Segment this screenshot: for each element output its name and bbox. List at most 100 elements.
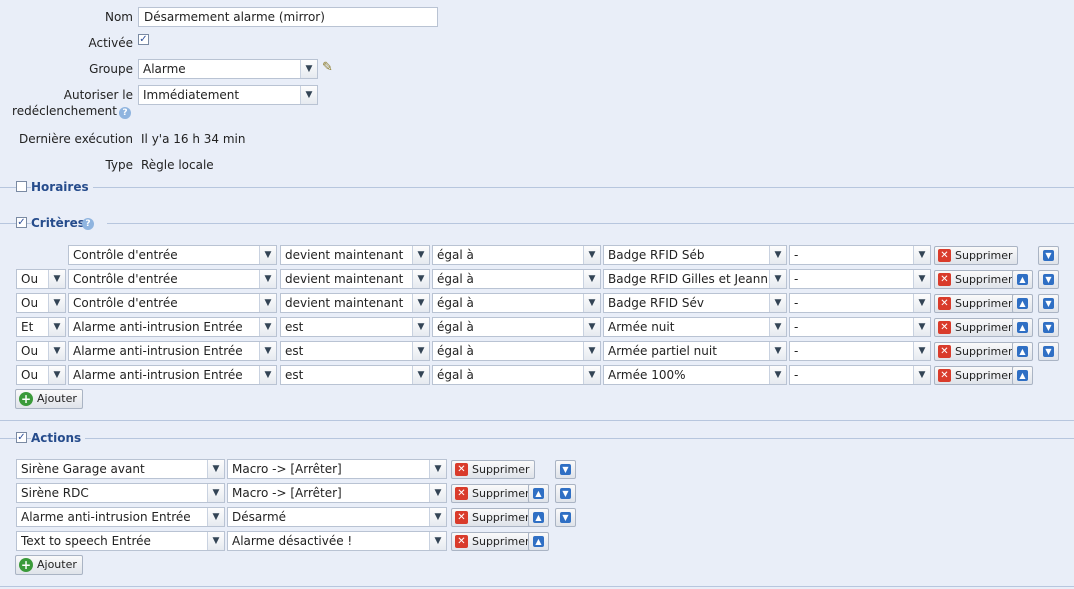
criterion-extra-select-value: - (794, 296, 799, 310)
criterion-extra-select[interactable]: - ▼ (789, 365, 931, 385)
criterion-value-select[interactable]: Badge RFID Sév ▼ (603, 293, 787, 313)
move-up-button[interactable]: ▲ (1012, 366, 1033, 385)
criterion-device-select[interactable]: Contrôle d'entrée ▼ (68, 269, 277, 289)
pencil-icon[interactable]: ✎ (322, 60, 333, 75)
groupe-select[interactable]: Alarme ▼ (138, 59, 318, 79)
criterion-extra-select[interactable]: - ▼ (789, 341, 931, 361)
move-up-button[interactable]: ▲ (1012, 318, 1033, 337)
criterion-value-select[interactable]: Armée 100% ▼ (603, 365, 787, 385)
criterion-operator-select[interactable]: Ou ▼ (16, 293, 66, 313)
type-label: Type (105, 158, 133, 172)
horaires-checkbox[interactable] (16, 181, 27, 192)
criterion-device-select[interactable]: Alarme anti-intrusion Entrée ▼ (68, 341, 277, 361)
add-criterion-button[interactable]: + Ajouter (15, 389, 83, 409)
check-icon: ✓ (17, 217, 26, 228)
criterion-event-select[interactable]: devient maintenant ▼ (280, 245, 430, 265)
nom-label: Nom (104, 10, 133, 24)
criterion-extra-select-value: - (794, 320, 799, 334)
criterion-operator-select[interactable]: Ou ▼ (16, 365, 66, 385)
action-device-select[interactable]: Text to speech Entrée ▼ (16, 531, 225, 551)
criterion-value-select[interactable]: Armée nuit ▼ (603, 317, 787, 337)
criterion-extra-select[interactable]: - ▼ (789, 245, 931, 265)
criterion-event-select[interactable]: est ▼ (280, 317, 430, 337)
move-down-button[interactable]: ▼ (1038, 246, 1059, 265)
move-down-button[interactable]: ▼ (555, 484, 576, 503)
delete-action-button[interactable]: ✕ Supprimer (451, 532, 535, 551)
chevron-down-icon: ▼ (48, 366, 65, 384)
criterion-event-select[interactable]: est ▼ (280, 341, 430, 361)
arrow-up-icon: ▲ (1017, 370, 1028, 381)
criteres-checkbox[interactable]: ✓ (16, 217, 27, 228)
nom-input[interactable]: Désarmement alarme (mirror) (138, 7, 438, 27)
delete-criterion-button[interactable]: ✕ Supprimer (934, 342, 1018, 361)
delete-criterion-button[interactable]: ✕ Supprimer (934, 294, 1018, 313)
delete-action-button[interactable]: ✕ Supprimer (451, 460, 535, 479)
delete-action-button[interactable]: ✕ Supprimer (451, 508, 535, 527)
help-icon[interactable]: ? (119, 107, 131, 119)
criteres-title[interactable]: Critères (31, 216, 107, 230)
action-device-select[interactable]: Sirène RDC ▼ (16, 483, 225, 503)
criterion-event-select[interactable]: devient maintenant ▼ (280, 269, 430, 289)
horaires-title[interactable]: Horaires (31, 180, 93, 194)
delete-criterion-button[interactable]: ✕ Supprimer (934, 246, 1018, 265)
move-up-button[interactable]: ▲ (1012, 294, 1033, 313)
criterion-operator-select[interactable]: Ou ▼ (16, 269, 66, 289)
criterion-comparator-select-value: égal à (437, 296, 474, 310)
activee-checkbox[interactable]: ✓ (138, 34, 149, 45)
action-device-select[interactable]: Sirène Garage avant ▼ (16, 459, 225, 479)
criterion-operator-select[interactable]: Ou ▼ (16, 341, 66, 361)
delete-action-button[interactable]: ✕ Supprimer (451, 484, 535, 503)
criterion-event-select[interactable]: est ▼ (280, 365, 430, 385)
criterion-value-select[interactable]: Badge RFID Gilles et Jeanne ▼ (603, 269, 787, 289)
move-up-button[interactable]: ▲ (1012, 342, 1033, 361)
delete-action-button-label: Supprimer (472, 463, 530, 476)
criterion-device-select[interactable]: Alarme anti-intrusion Entrée ▼ (68, 365, 277, 385)
arrow-down-icon: ▼ (1043, 322, 1054, 333)
delete-criterion-button[interactable]: ✕ Supprimer (934, 270, 1018, 289)
criterion-comparator-select[interactable]: égal à ▼ (432, 341, 601, 361)
delete-criterion-button[interactable]: ✕ Supprimer (934, 318, 1018, 337)
criterion-value-select-value: Badge RFID Gilles et Jeanne (608, 272, 768, 286)
move-down-button[interactable]: ▼ (555, 460, 576, 479)
criterion-comparator-select[interactable]: égal à ▼ (432, 293, 601, 313)
move-down-button[interactable]: ▼ (1038, 270, 1059, 289)
criterion-comparator-select[interactable]: égal à ▼ (432, 317, 601, 337)
action-command-select[interactable]: Alarme désactivée ! ▼ (227, 531, 447, 551)
delete-criterion-button[interactable]: ✕ Supprimer (934, 366, 1018, 385)
move-up-button[interactable]: ▲ (528, 532, 549, 551)
criterion-extra-select[interactable]: - ▼ (789, 269, 931, 289)
action-command-select[interactable]: Désarmé ▼ (227, 507, 447, 527)
actions-checkbox[interactable]: ✓ (16, 432, 27, 443)
criterion-device-select[interactable]: Contrôle d'entrée ▼ (68, 293, 277, 313)
add-action-button[interactable]: + Ajouter (15, 555, 83, 575)
criterion-extra-select[interactable]: - ▼ (789, 317, 931, 337)
move-down-button[interactable]: ▼ (1038, 318, 1059, 337)
actions-title[interactable]: Actions (31, 431, 86, 445)
arrow-down-icon: ▼ (560, 488, 571, 499)
move-down-button[interactable]: ▼ (1038, 342, 1059, 361)
help-icon[interactable]: ? (82, 218, 94, 230)
action-command-select[interactable]: Macro -> [Arrêter] ▼ (227, 483, 447, 503)
action-command-select[interactable]: Macro -> [Arrêter] ▼ (227, 459, 447, 479)
action-device-select[interactable]: Alarme anti-intrusion Entrée ▼ (16, 507, 225, 527)
criterion-value-select-value: Armée nuit (608, 320, 675, 334)
action-device-select-value: Text to speech Entrée (21, 534, 151, 548)
criterion-device-select[interactable]: Alarme anti-intrusion Entrée ▼ (68, 317, 277, 337)
move-up-button[interactable]: ▲ (1012, 270, 1033, 289)
criterion-comparator-select[interactable]: égal à ▼ (432, 365, 601, 385)
criterion-value-select[interactable]: Armée partiel nuit ▼ (603, 341, 787, 361)
criterion-operator-select[interactable]: Et ▼ (16, 317, 66, 337)
criterion-device-select[interactable]: Contrôle d'entrée ▼ (68, 245, 277, 265)
move-up-button[interactable]: ▲ (528, 484, 549, 503)
criterion-event-select[interactable]: devient maintenant ▼ (280, 293, 430, 313)
criterion-comparator-select[interactable]: égal à ▼ (432, 269, 601, 289)
move-up-button[interactable]: ▲ (528, 508, 549, 527)
criterion-extra-select[interactable]: - ▼ (789, 293, 931, 313)
criterion-comparator-select[interactable]: égal à ▼ (432, 245, 601, 265)
criterion-value-select[interactable]: Badge RFID Séb ▼ (603, 245, 787, 265)
move-down-button[interactable]: ▼ (1038, 294, 1059, 313)
autoriser-select[interactable]: Immédiatement ▼ (138, 85, 318, 105)
move-down-button[interactable]: ▼ (555, 508, 576, 527)
activee-label: Activée (88, 36, 133, 50)
criterion-comparator-select-value: égal à (437, 368, 474, 382)
